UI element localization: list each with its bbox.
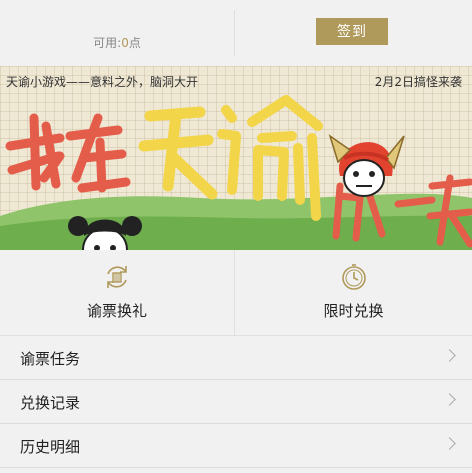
banner-caption-left: 天谕小游戏——意料之外，脑洞大开 [6, 75, 199, 89]
exchange-cards: 谕票换礼 限时兑换 [0, 250, 472, 336]
menu-item-label: 谕票任务 [20, 350, 81, 368]
chevron-right-icon [443, 437, 456, 450]
limited-exchange-card[interactable]: 限时兑换 [236, 250, 471, 336]
points-label: 可用: [93, 36, 122, 50]
ticket-exchange-label: 谕票换礼 [86, 302, 147, 320]
menu-item-ticket-tasks[interactable]: 谕票任务 [0, 336, 472, 380]
banner-artwork [0, 95, 472, 250]
banner-caption-right: 2月2日搞怪来袭 [374, 75, 462, 89]
top-bar: 可用:0点 签到 [0, 0, 472, 66]
clock-icon [341, 264, 366, 290]
menu-item-label: 历史明细 [20, 438, 81, 456]
exchange-ticket-icon [107, 266, 127, 288]
top-divider [234, 10, 235, 56]
chevron-right-icon [443, 393, 456, 406]
chevron-right-icon [443, 349, 456, 362]
points-value: 0 [121, 36, 129, 50]
limited-exchange-label: 限时兑换 [323, 302, 384, 320]
signin-button[interactable]: 签到 [316, 18, 388, 45]
available-points: 可用:0点 [0, 34, 234, 51]
points-unit: 点 [128, 36, 141, 50]
menu-list: 谕票任务 兑换记录 历史明细 [0, 336, 472, 468]
game-banner[interactable]: 天谕小游戏——意料之外，脑洞大开 2月2日搞怪来袭 [0, 66, 472, 250]
menu-item-history-details[interactable]: 历史明细 [0, 424, 472, 468]
ticket-exchange-card[interactable]: 谕票换礼 [0, 250, 235, 336]
menu-item-label: 兑换记录 [20, 394, 81, 412]
menu-item-exchange-records[interactable]: 兑换记录 [0, 380, 472, 424]
